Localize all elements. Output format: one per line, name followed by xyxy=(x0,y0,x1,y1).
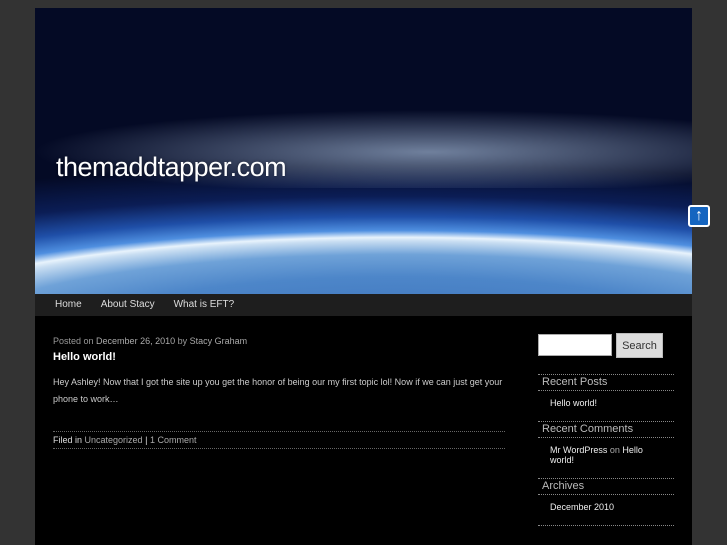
sidebar-divider xyxy=(538,525,674,526)
posted-on-label: Posted on xyxy=(53,336,94,346)
filed-in-label: Filed in xyxy=(53,435,83,445)
page-wrapper: themaddtapper.com Home About Stacy What … xyxy=(35,8,692,545)
sidebar: Search Recent Posts Hello world! Recent … xyxy=(538,333,674,526)
search-form: Search xyxy=(538,333,674,358)
nav-home[interactable]: Home xyxy=(55,294,82,316)
search-input[interactable] xyxy=(538,334,612,356)
archives-title: Archives xyxy=(538,478,674,495)
search-button[interactable]: Search xyxy=(616,333,663,358)
post-footer: Filed in Uncategorized | 1 Comment xyxy=(53,431,505,449)
separator: | xyxy=(145,435,148,445)
post: Posted on December 26, 2010 by Stacy Gra… xyxy=(53,336,505,449)
site-title[interactable]: themaddtapper.com xyxy=(56,152,287,183)
recent-comment-item: Mr WordPress on Hello world! xyxy=(538,438,674,478)
category-link[interactable]: Uncategorized xyxy=(85,435,143,445)
nav-what-is-eft[interactable]: What is EFT? xyxy=(174,294,235,316)
main-nav: Home About Stacy What is EFT? xyxy=(35,294,692,316)
post-author[interactable]: Stacy Graham xyxy=(190,336,248,346)
recent-posts-title: Recent Posts xyxy=(538,374,674,391)
header-banner: themaddtapper.com xyxy=(35,8,692,294)
post-body: Hey Ashley! Now that I got the site up y… xyxy=(53,377,503,404)
by-label: by xyxy=(177,336,188,346)
comment-on-label: on xyxy=(609,445,620,455)
nav-about-stacy[interactable]: About Stacy xyxy=(101,294,155,316)
recent-post-link[interactable]: Hello world! xyxy=(538,391,674,421)
comment-author[interactable]: Mr WordPress xyxy=(550,445,607,455)
recent-comments-title: Recent Comments xyxy=(538,421,674,438)
comments-link[interactable]: 1 Comment xyxy=(150,435,197,445)
post-date[interactable]: December 26, 2010 xyxy=(96,336,175,346)
archive-link[interactable]: December 2010 xyxy=(538,495,674,525)
scroll-to-top-icon[interactable]: ↑ xyxy=(688,205,710,227)
post-title[interactable]: Hello world! xyxy=(53,351,505,363)
post-meta: Posted on December 26, 2010 by Stacy Gra… xyxy=(53,336,505,346)
